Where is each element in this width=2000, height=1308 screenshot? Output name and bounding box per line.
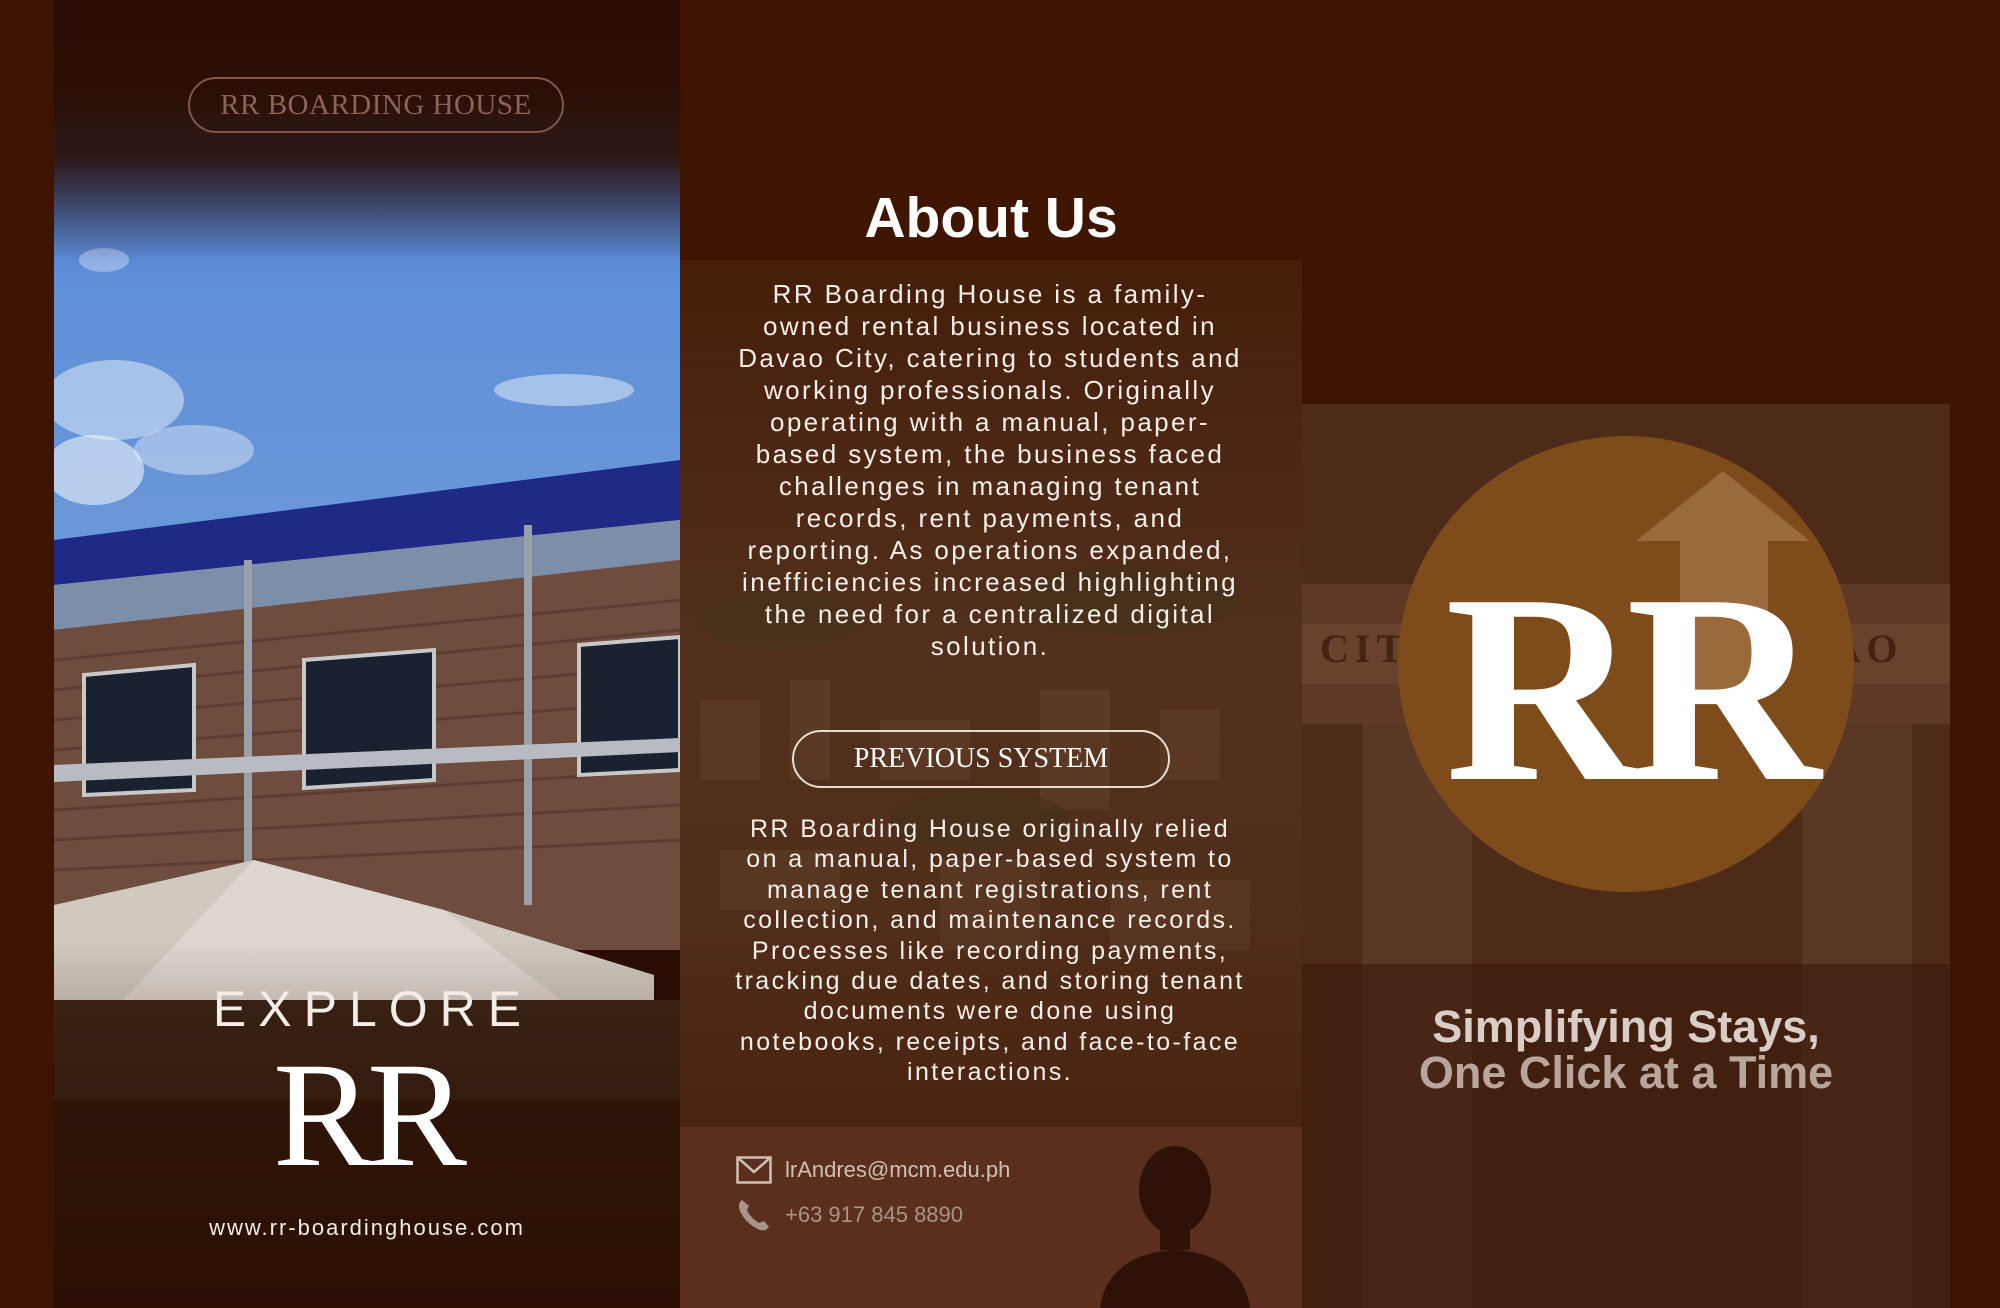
tagline: Simplifying Stays, One Click at a Time (1302, 1004, 1950, 1096)
website-link[interactable]: www.rr-boardinghouse.com (54, 1215, 680, 1241)
email-text: lrAndres@mcm.edu.ph (785, 1157, 1011, 1182)
middle-panel: About Us RR Boarding House is a family-o… (680, 0, 1302, 1308)
tagline-line2: One Click at a Time (1418, 1047, 1834, 1098)
tagline-line1: Simplifying Stays, (1432, 1001, 1820, 1052)
explore-heading: EXPLORE (212, 981, 534, 1037)
about-description: RR Boarding House is a family-owned rent… (738, 279, 1242, 661)
explore-monogram: RR (272, 1032, 467, 1198)
contact-phone[interactable]: +63 917 845 8890 (735, 1200, 964, 1231)
previous-system-description: RR Boarding House originally relied on a… (735, 815, 1245, 1087)
logo-monogram: RR (1445, 539, 1821, 838)
rr-logo: RR (1398, 436, 1854, 892)
previous-system-button[interactable]: PREVIOUS SYSTEM (792, 730, 1170, 788)
brand-badge: RR BOARDING HOUSE (188, 77, 564, 133)
right-panel: CITY AVAO RR Simplifying Stays, One Clic… (1302, 404, 1950, 1308)
contact-email[interactable]: lrAndres@mcm.edu.ph (735, 1155, 1010, 1185)
person-silhouette-icon (1100, 1146, 1250, 1308)
envelope-icon (735, 1155, 773, 1185)
phone-icon (735, 1200, 773, 1231)
left-panel: RR BOARDING HOUSE EXPLORE RR www.rr-boar… (54, 0, 680, 1308)
phone-text: +63 917 845 8890 (785, 1202, 964, 1227)
about-us-title: About Us (864, 186, 1118, 250)
